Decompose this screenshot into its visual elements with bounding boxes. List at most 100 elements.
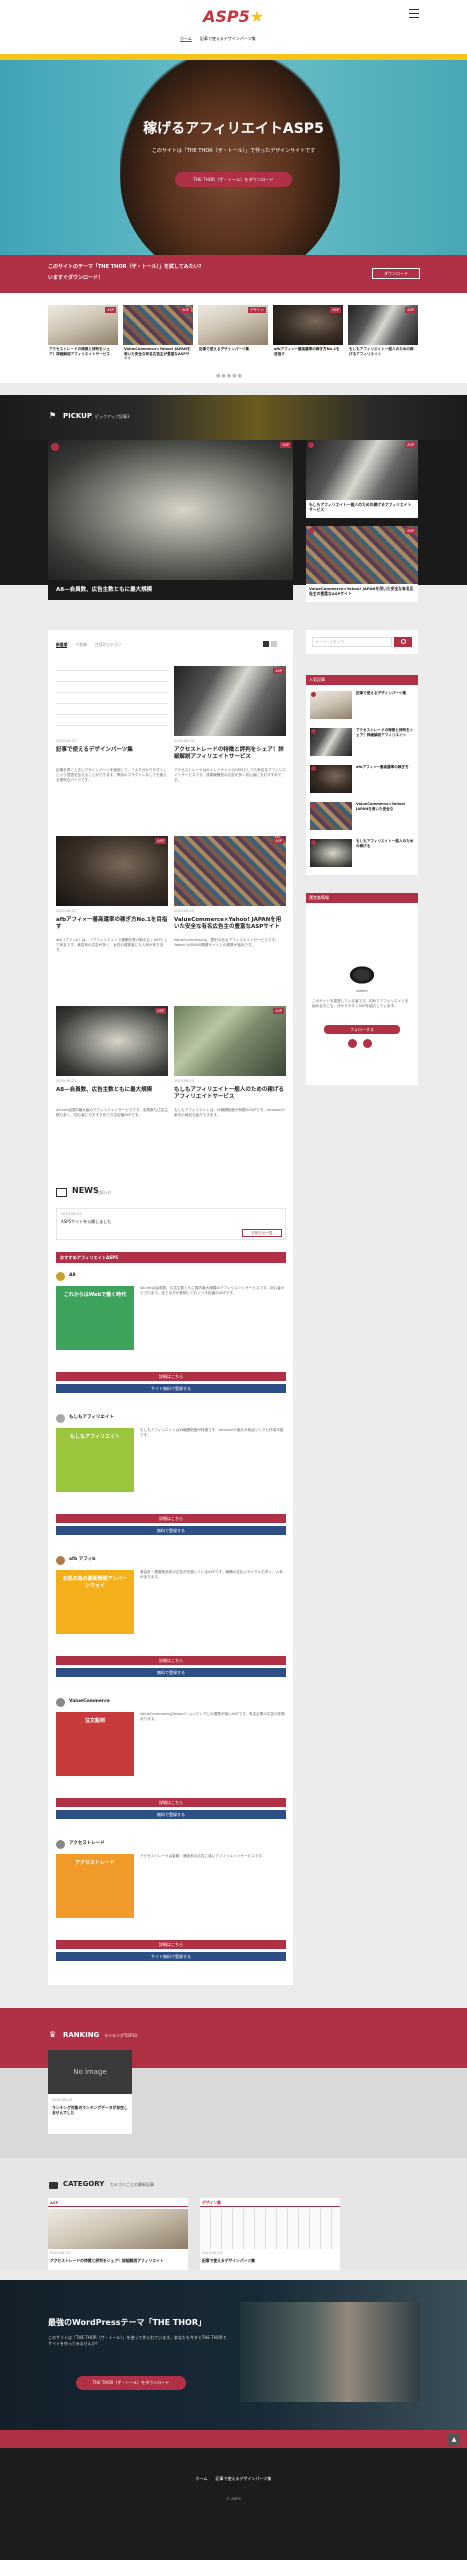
popular-item[interactable]: afbアフィ×一番高還率の稼ぎ方 (310, 765, 414, 797)
carousel-card[interactable]: ASP ValueCommerce×Yahoo! JAPANを用いた安全な有名広… (123, 305, 193, 369)
asp-banner[interactable]: アクセストレード (56, 1854, 134, 1918)
profile-name: admin (356, 989, 368, 993)
pickup-title: PICKUP (63, 412, 92, 420)
footer-nav: ホーム 記事で使えるデザインパーツ集 (0, 2476, 467, 2481)
search-button[interactable] (394, 637, 412, 647)
carousel: ASP アクセストレードの特徴と評判をシェア！詳細解説アフィリエイトサービス A… (0, 293, 467, 383)
pickup-side-2[interactable]: ValueCommerce×Yahoo! JAPANを用いた安全な有名広告主の豊… (306, 526, 418, 602)
article-card[interactable]: 2019.06.23 記事で使えるデザインパーツ集 記事を書くときにデザインパー… (56, 666, 168, 826)
hero-subtitle: このサイトは「THE THOR（ザ・トール）」で作ったデザインサイトです (151, 148, 316, 154)
news-title: NEWS (72, 1186, 99, 1195)
download-banner: このサイトのテーマ「THE THOR（ザ・トール）」を試してみたい？ いますぐダ… (0, 255, 467, 293)
article-card[interactable]: ASP 2019.06.23 もしもアフィリエイト一般人のための稼げるアフィリエイ… (174, 1006, 286, 1166)
ranking-title: RANKING (63, 2031, 100, 2039)
register-button[interactable]: 無料で登録する (56, 1668, 286, 1677)
carousel-card[interactable]: ASP もしもアフィリエイト一般人のための稼げるアフィリエイト (348, 305, 418, 369)
carousel-card[interactable]: ASP afbアフィ×一番高還率の稼ぎ方No.1を目指す (273, 305, 343, 369)
rank-badge (56, 1840, 65, 1849)
detail-button[interactable]: 詳細はこちら (56, 1940, 286, 1949)
cta-image (240, 2302, 420, 2402)
register-button[interactable]: サイト無料で登録する (56, 1384, 286, 1393)
pickup-side-1[interactable]: もしもアフィリエイト一般人のための稼げるアフィリエイトサービス ASP (306, 440, 418, 518)
category-subtitle: カテゴリごとの最新記事 (110, 2182, 154, 2187)
news-box: 2019.06.23 ASP5サイトを公開しました お知らせ一覧 (56, 1208, 286, 1240)
popular-item[interactable]: ValueCommerce×Yahoo! JAPANを用いた安全な (310, 802, 414, 834)
crown-icon: ♛ (49, 2030, 57, 2039)
register-button[interactable]: 無料で登録する (56, 1526, 286, 1535)
content-tabs: 新着順 人気順 注目のカテゴリ (56, 642, 122, 649)
detail-button[interactable]: 詳細はこちら (56, 1514, 286, 1523)
hero-title: 稼げるアフィリエイトASP5 (143, 121, 324, 137)
hamburger-icon[interactable] (409, 9, 419, 18)
editor-toolbar-image (56, 666, 168, 736)
banner-download-button[interactable]: ダウンロード (372, 268, 420, 279)
hero: 稼げるアフィリエイトASP5 このサイトは「THE THOR（ザ・トール）」で作… (0, 60, 467, 255)
ranking-subtitle: ランキングTOP10 (104, 2033, 137, 2038)
facebook-icon[interactable] (363, 1039, 372, 1048)
popular-title: 人気記事 (309, 677, 325, 682)
follow-button[interactable]: フォローする (324, 1025, 400, 1034)
header-nav: ホーム 記事で使えるデザインパーツ集 (180, 36, 290, 43)
rank-badge (56, 1414, 65, 1423)
asp-banner[interactable]: お肌の為の最新情報アンバーンウェイ (56, 1570, 134, 1634)
main-content: 新着順 人気順 注目のカテゴリ 2019.06.23 記事で使えるデザインパーツ… (48, 630, 293, 1985)
asp-banner[interactable]: 注文殺到 (56, 1712, 134, 1776)
pickup-main-image (48, 440, 293, 580)
list-view-icon[interactable] (271, 641, 277, 647)
nav-design-parts[interactable]: 記事で使えるデザインパーツ集 (200, 36, 256, 42)
view-toggle[interactable] (263, 641, 285, 647)
news-more-button[interactable]: お知らせ一覧 (242, 1229, 282, 1237)
search-input[interactable]: キーワードを入力 (312, 637, 392, 647)
cta-text: このサイトは「THE THOR（ザ・トール）」を使って作られています。あなたも今… (48, 2335, 227, 2346)
copyright: © ASP5 (226, 2496, 241, 2501)
category-item[interactable]: アクセストレードの特徴と評判をシェア！詳細解説アフィリエイト (50, 2258, 186, 2263)
asp-item: A8 これからはWebで働く時代 A8.netは会員数、広告主数ともに国内最大規… (56, 1272, 286, 1407)
news-item[interactable]: ASP5サイトを公開しました (61, 1219, 111, 1224)
tab-popular[interactable]: 人気順 (75, 642, 86, 648)
hero-download-button[interactable]: THE THOR（ザ・トール）をダウンロード (175, 172, 292, 187)
popular-item[interactable]: アクセストレードの特徴と評判をシェア！詳細解説アフィリエイト (310, 728, 414, 760)
page-top-button[interactable]: ▲ (448, 2434, 460, 2446)
cta-title: 最強のWordPressテーマ「THE THOR」 (48, 2318, 206, 2327)
article-card[interactable]: ASP 2019.06.23 ValueCommerce×Yahoo! JAPAN… (174, 836, 286, 996)
popular-item[interactable]: 記事で使えるデザインパーツ集 (310, 691, 414, 723)
rank-marker (51, 443, 59, 451)
editor-toolbar-image[interactable] (200, 2209, 340, 2249)
carousel-card[interactable]: ASP アクセストレードの特徴と評判をシェア！詳細解説アフィリエイトサービス (48, 305, 118, 369)
flag-icon: ⚑ (49, 411, 57, 420)
nav-home[interactable]: ホーム (180, 36, 192, 43)
register-button[interactable]: サイト無料で登録する (56, 1952, 286, 1961)
asp-banner[interactable]: これからはWebで働く時代 (56, 1286, 134, 1350)
article-card[interactable]: ASP 2019.06.23 afbアフィ×一番高還率の稼ぎ方No.1を目指す a… (56, 836, 168, 996)
tab-new[interactable]: 新着順 (56, 642, 68, 649)
article-card[interactable]: ASP 2019.06.23 アクセストレードの特徴と評判をシェア！詳細解説アフィ… (174, 666, 286, 826)
pickup-main-caption: A8—会員数、広告主数ともに最大規模 (56, 587, 153, 593)
search-icon (400, 639, 406, 644)
twitter-icon[interactable] (348, 1039, 357, 1048)
asp-item: afb アフィb お肌の為の最新情報アンバーンウェイ 美容系・健康食品系の広告が… (56, 1556, 286, 1691)
carousel-dots[interactable]: ●●●●● (216, 373, 243, 380)
footer-nav-design[interactable]: 記事で使えるデザインパーツ集 (216, 2476, 272, 2481)
no-image: No image (48, 2050, 132, 2094)
category-item[interactable]: 記事で使えるデザインパーツ集 (202, 2258, 338, 2263)
detail-button[interactable]: 詳細はこちら (56, 1798, 286, 1807)
asp-banner[interactable]: もしもアフィリエイト (56, 1428, 134, 1492)
site-logo[interactable]: ASP5★ (203, 6, 264, 28)
rank-badge (56, 1698, 65, 1707)
ranking-card[interactable]: No image 2019.06.23 ランキング対象のランキングデータが存在し… (48, 2050, 132, 2134)
sidebar-search: キーワードを入力 (306, 630, 418, 654)
detail-button[interactable]: 詳細はこちら (56, 1372, 286, 1381)
pickup-main[interactable]: A8—会員数、広告主数ともに最大規模 ASP (48, 440, 293, 600)
register-button[interactable]: 無料で登録する (56, 1810, 286, 1819)
cta-download-button[interactable]: THE THOR（ザ・トール）をダウンロード (76, 2376, 186, 2390)
site-header: ASP5★ ホーム 記事で使えるデザインパーツ集 (0, 0, 467, 54)
asp-item: もしもアフィリエイト もしもアフィリエイト もしもアフィリエイトはW報酬制度が特… (56, 1414, 286, 1549)
article-card[interactable]: ASP 2019.06.23 A8—会員数、広告主数ともに最大規模 A8.netは… (56, 1006, 168, 1166)
grid-view-icon[interactable] (263, 641, 269, 647)
carousel-card[interactable]: デザイン 記事で使えるデザインパーツ集 (198, 305, 268, 369)
popular-item[interactable]: もしもアフィリエイト一般人のための稼げる (310, 839, 414, 871)
tab-category[interactable]: 注目のカテゴリ (95, 642, 122, 648)
footer-nav-home[interactable]: ホーム (196, 2476, 208, 2481)
news-icon (56, 1188, 67, 1197)
detail-button[interactable]: 詳細はこちら (56, 1656, 286, 1665)
